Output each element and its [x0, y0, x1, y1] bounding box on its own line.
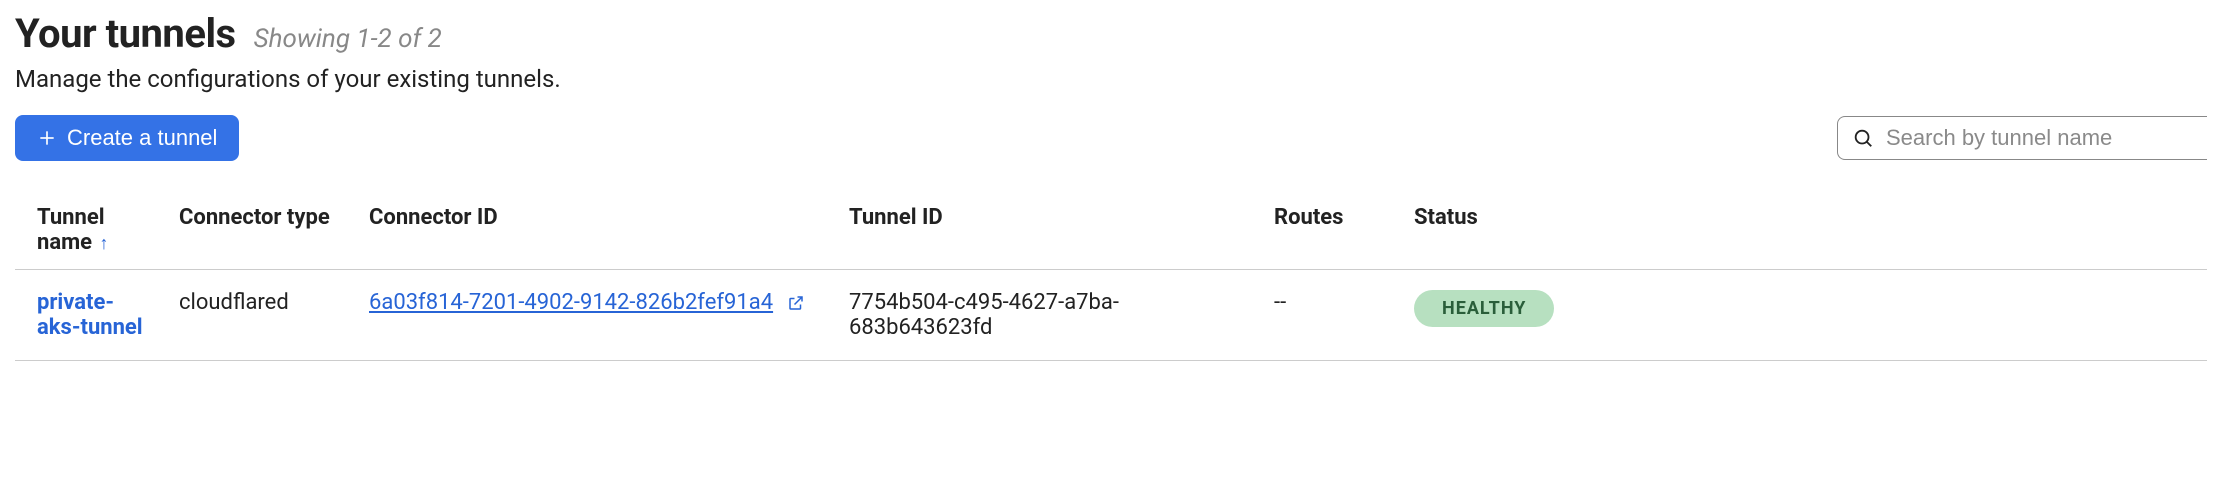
col-header-tunnel-id[interactable]: Tunnel ID: [845, 191, 1270, 270]
search-box[interactable]: [1837, 116, 2207, 160]
table-row: private-aks-tunnel cloudflared 6a03f814-…: [15, 270, 2207, 361]
col-header-status[interactable]: Status: [1410, 191, 2207, 270]
table-header-row: Tunnel name ↑ Connector type Connector I…: [15, 191, 2207, 270]
col-header-name-label: Tunnel name: [37, 205, 105, 255]
page-title: Your tunnels: [15, 10, 236, 57]
col-header-name[interactable]: Tunnel name ↑: [15, 191, 175, 270]
plus-icon: [37, 128, 57, 148]
external-link-icon: [787, 294, 805, 312]
tunnel-name-link[interactable]: private-aks-tunnel: [37, 290, 147, 340]
search-input[interactable]: [1886, 125, 2193, 151]
page-description: Manage the configurations of your existi…: [15, 65, 2207, 93]
connector-id-link[interactable]: 6a03f814-7201-4902-9142-826b2fef91a4: [369, 290, 773, 315]
search-icon: [1852, 127, 1874, 149]
create-tunnel-label: Create a tunnel: [67, 125, 217, 151]
col-header-connector-type[interactable]: Connector type: [175, 191, 365, 270]
cell-connector-type: cloudflared: [175, 270, 365, 361]
col-header-routes[interactable]: Routes: [1270, 191, 1410, 270]
cell-tunnel-id: 7754b504-c495-4627-a7ba-683b643623fd: [845, 270, 1270, 361]
actions-row: Create a tunnel: [15, 115, 2207, 161]
page-header: Your tunnels Showing 1-2 of 2: [15, 10, 2207, 57]
tunnels-table: Tunnel name ↑ Connector type Connector I…: [15, 191, 2207, 361]
page-subtitle: Showing 1-2 of 2: [254, 24, 442, 54]
cell-routes: --: [1270, 270, 1410, 361]
sort-asc-icon: ↑: [100, 233, 109, 254]
create-tunnel-button[interactable]: Create a tunnel: [15, 115, 239, 161]
col-header-connector-id[interactable]: Connector ID: [365, 191, 845, 270]
status-badge: HEALTHY: [1414, 290, 1554, 327]
